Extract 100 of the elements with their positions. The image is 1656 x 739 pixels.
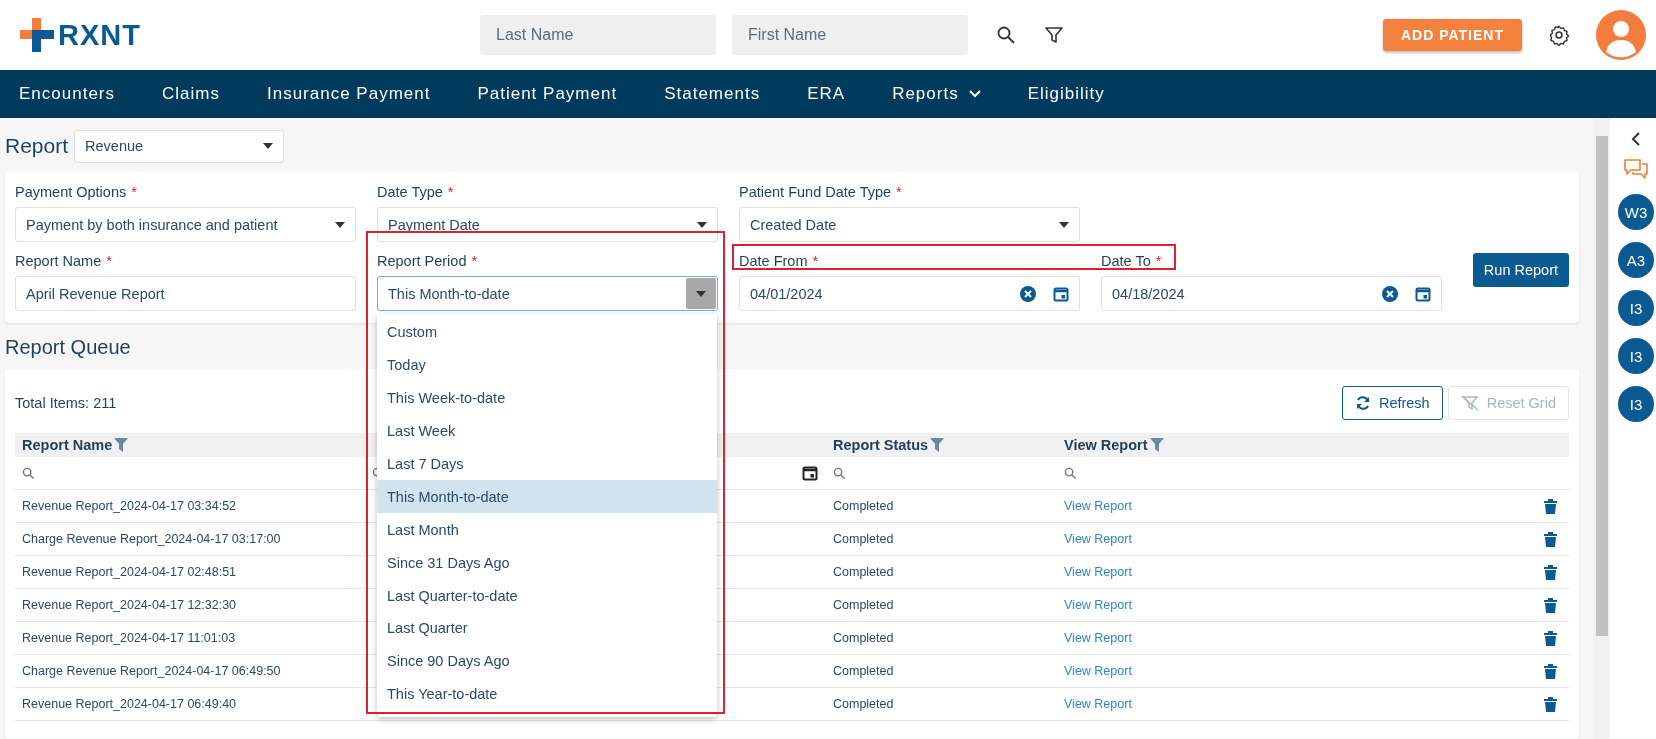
filter-icon[interactable] <box>1044 25 1064 45</box>
user-badge[interactable]: I3 <box>1618 290 1654 326</box>
refresh-button[interactable]: Refresh <box>1341 386 1443 420</box>
dropdown-option[interactable]: Last 7 Days <box>377 447 717 481</box>
field-label: Patient Fund Date Type * <box>739 184 903 200</box>
dropdown-option[interactable]: Since 90 Days Ago <box>377 644 717 678</box>
trash-icon[interactable] <box>1544 564 1557 580</box>
nav-item[interactable]: Patient Payment <box>477 84 618 104</box>
select-field[interactable]: Payment Date <box>377 207 718 242</box>
table-cell: Completed <box>833 565 894 579</box>
dropdown-option[interactable]: Custom <box>377 316 717 349</box>
view-report-link[interactable]: View Report <box>1064 499 1132 513</box>
dropdown-option[interactable]: Last Month <box>377 513 717 547</box>
field-label: Payment Options * <box>15 184 138 200</box>
view-report-link[interactable]: View Report <box>1064 532 1132 546</box>
dropdown-toggle[interactable] <box>686 278 716 309</box>
field-label: Date From * <box>739 253 820 269</box>
table-cell: Completed <box>833 664 894 678</box>
dropdown-option[interactable]: Last Week <box>377 414 717 448</box>
filter-off-icon <box>1460 395 1479 411</box>
dropdown-option[interactable]: Last Quarter <box>377 612 717 645</box>
required-mark: * <box>896 184 902 200</box>
last-name-field[interactable]: Last Name <box>480 15 716 55</box>
calendar-icon[interactable] <box>802 465 818 481</box>
table-cell: Revenue Report_2024-04-17 02:48:51 <box>22 565 237 579</box>
dropdown-option[interactable]: This Year-to-date <box>377 677 717 711</box>
date-field[interactable]: 04/18/2024 <box>1101 276 1442 311</box>
dropdown-option[interactable]: Last Quarter-to-date <box>377 579 717 612</box>
nav-item[interactable]: Eligibility <box>1027 84 1105 104</box>
dropdown-option[interactable]: Today <box>377 348 717 382</box>
chevron-left-icon[interactable] <box>1631 132 1641 146</box>
nav-item[interactable]: Encounters <box>19 84 115 104</box>
user-badge[interactable]: I3 <box>1618 338 1654 374</box>
nav-item[interactable]: Claims <box>162 84 220 104</box>
select-field[interactable]: Payment by both insurance and patient <box>15 207 356 242</box>
report-select[interactable]: Revenue <box>74 129 285 163</box>
settings-icon[interactable] <box>1548 24 1570 46</box>
table-cell: Charge Revenue Report_2024-04-17 03:17:00 <box>22 532 281 546</box>
table-cell: Completed <box>833 631 894 645</box>
clear-icon[interactable] <box>1019 284 1037 303</box>
trash-icon[interactable] <box>1544 663 1557 679</box>
combo-field[interactable]: This Month-to-date <box>377 276 718 311</box>
nav-item[interactable]: Reports <box>892 84 981 104</box>
caret-icon <box>1059 221 1069 228</box>
trash-icon[interactable] <box>1544 696 1557 712</box>
view-report-link[interactable]: View Report <box>1064 565 1132 579</box>
required-mark: * <box>1155 253 1162 269</box>
calendar-icon[interactable] <box>1053 285 1069 302</box>
required-mark: * <box>812 253 819 269</box>
table-cell: Revenue Report_2024-04-17 06:49:40 <box>22 697 237 711</box>
dropdown-option[interactable]: This Month-to-date <box>377 480 717 514</box>
table-cell: Revenue Report_2024-04-17 12:32:30 <box>22 598 237 612</box>
nav-item[interactable]: Statements <box>664 84 761 104</box>
clear-icon[interactable] <box>1381 284 1399 303</box>
search-icon[interactable] <box>996 25 1016 45</box>
field-label: Report Period * <box>377 253 479 269</box>
run-report-button[interactable]: Run Report <box>1472 253 1569 287</box>
field-label: Report Name * <box>15 253 113 269</box>
trash-icon[interactable] <box>1544 630 1557 646</box>
required-mark: * <box>447 184 454 200</box>
required-mark: * <box>471 253 478 269</box>
view-report-link[interactable]: View Report <box>1064 598 1132 612</box>
select-field[interactable]: Created Date <box>739 207 1080 242</box>
column-header[interactable]: View Report <box>1064 437 1164 453</box>
nav-item[interactable]: ERA <box>807 84 846 104</box>
trash-icon[interactable] <box>1544 498 1557 514</box>
nav-item[interactable]: Insurance Payment <box>266 84 431 104</box>
section-title: Report Queue <box>5 336 132 359</box>
user-badge[interactable]: W3 <box>1618 194 1654 230</box>
table-cell: Completed <box>833 499 894 513</box>
required-mark: * <box>131 184 137 200</box>
column-header[interactable]: Report Status <box>833 437 945 453</box>
first-name-field[interactable]: First Name <box>732 15 968 55</box>
user-badge[interactable]: I3 <box>1618 386 1654 422</box>
table-cell: Revenue Report_2024-04-17 11:01:03 <box>22 631 236 645</box>
table-cell: Completed <box>833 598 894 612</box>
date-field[interactable]: 04/01/2024 <box>739 276 1080 311</box>
chat-icon[interactable] <box>1623 158 1649 182</box>
text-field[interactable]: April Revenue Report <box>15 276 356 311</box>
dropdown-option[interactable]: Since 31 Days Ago <box>377 546 717 580</box>
dropdown-option[interactable]: This Week-to-date <box>377 381 717 415</box>
view-report-link[interactable]: View Report <box>1064 631 1132 645</box>
scrollbar[interactable] <box>1594 118 1610 739</box>
view-report-link[interactable]: View Report <box>1064 664 1132 678</box>
table-cell: Completed <box>833 697 894 711</box>
field-label: Date To * <box>1101 253 1163 269</box>
view-report-link[interactable]: View Report <box>1064 697 1132 711</box>
avatar-icon[interactable] <box>1596 10 1646 60</box>
caret-icon <box>697 221 707 228</box>
column-header[interactable]: Report Name <box>22 437 129 453</box>
trash-icon[interactable] <box>1544 597 1557 613</box>
table-cell: Charge Revenue Report_2024-04-17 06:49:50 <box>22 664 281 678</box>
user-badge[interactable]: A3 <box>1618 242 1654 278</box>
calendar-icon[interactable] <box>1415 285 1431 302</box>
table-cell: Revenue Report_2024-04-17 03:34:52 <box>22 499 237 513</box>
table-cell: Completed <box>833 532 894 546</box>
trash-icon[interactable] <box>1544 531 1557 547</box>
required-mark: * <box>106 253 112 269</box>
report-label: Report <box>5 134 69 158</box>
total-items: Total Items: 211 <box>15 395 117 411</box>
